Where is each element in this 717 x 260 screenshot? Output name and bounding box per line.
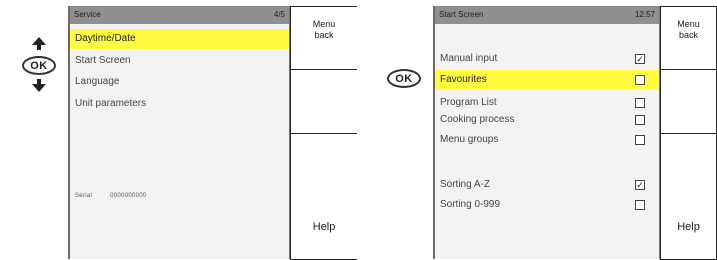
option-label: Favourites xyxy=(440,74,487,85)
screen-corner-value: 12:57 xyxy=(634,10,655,19)
screen-header: Start Screen 12:57 xyxy=(435,6,659,24)
checkbox-icon[interactable] xyxy=(635,98,645,108)
softkey-menu-back[interactable]: Menu back xyxy=(290,6,357,70)
option-favourites[interactable]: Favourites xyxy=(435,70,659,90)
option-label: Cooking process xyxy=(440,114,515,125)
softkey-label: Help xyxy=(677,221,700,233)
arrow-up-icon[interactable] xyxy=(32,37,46,45)
softkey-label: Menu back xyxy=(312,19,336,40)
screen-title: Start Screen xyxy=(439,10,484,19)
ok-button[interactable]: OK xyxy=(22,56,56,75)
checkbox-icon[interactable] xyxy=(635,115,645,125)
softkey-help[interactable]: Help xyxy=(290,196,357,260)
ok-button[interactable]: OK xyxy=(387,69,421,88)
option-cooking-process[interactable]: Cooking process xyxy=(435,110,659,130)
softkey-label: Help xyxy=(312,221,336,233)
serial-label: Serial xyxy=(75,193,93,199)
screen-header: Service 4/5 xyxy=(70,6,289,24)
menu-item-start-screen[interactable]: Start Screen xyxy=(70,51,289,71)
serial-value: 0000000000 xyxy=(110,193,147,199)
arrow-up-stem xyxy=(37,45,41,50)
menu-item-daytime-date[interactable]: Daytime/Date xyxy=(70,29,289,49)
softkey-2[interactable] xyxy=(660,70,717,134)
checkbox-checked-icon[interactable]: ✓ xyxy=(635,54,645,64)
option-sorting-0-999[interactable]: Sorting 0-999 xyxy=(435,195,659,215)
option-label: Menu groups xyxy=(440,134,499,145)
softkey-label: Menu back xyxy=(677,19,700,40)
option-label: Sorting 0-999 xyxy=(440,199,501,210)
option-sorting-a-z[interactable]: Sorting A-Z ✓ xyxy=(435,175,659,195)
softkey-menu-back[interactable]: Menu back xyxy=(660,6,717,70)
menu-item-label: Unit parameters xyxy=(75,98,147,109)
service-screen: Service 4/5 Daytime/Date Start Screen La… xyxy=(68,6,290,259)
menu-item-label: Daytime/Date xyxy=(75,33,136,44)
option-manual-input[interactable]: Manual input ✓ xyxy=(435,49,659,69)
option-label: Manual input xyxy=(440,53,498,64)
checkbox-icon[interactable] xyxy=(635,135,645,145)
arrow-down-icon[interactable] xyxy=(32,84,46,92)
softkey-2[interactable] xyxy=(290,70,357,134)
screen-title: Service xyxy=(74,10,101,19)
softkey-3[interactable] xyxy=(290,134,357,198)
softkey-help[interactable]: Help xyxy=(660,196,717,260)
option-menu-groups[interactable]: Menu groups xyxy=(435,130,659,150)
menu-item-label: Language xyxy=(75,76,120,87)
start-screen-screen: Start Screen 12:57 Manual input ✓ Favour… xyxy=(433,6,660,259)
menu-item-language[interactable]: Language xyxy=(70,72,289,92)
screen-corner-value: 4/5 xyxy=(273,10,285,19)
menu-item-label: Start Screen xyxy=(75,55,131,66)
checkbox-icon[interactable] xyxy=(635,75,645,85)
menu-item-unit-parameters[interactable]: Unit parameters xyxy=(70,94,289,114)
softkey-3[interactable] xyxy=(660,134,717,198)
checkbox-icon[interactable] xyxy=(635,200,645,210)
checkbox-checked-icon[interactable]: ✓ xyxy=(635,180,645,190)
serial-number: Serial 0000000000 xyxy=(75,193,147,199)
option-label: Sorting A-Z xyxy=(440,179,491,190)
